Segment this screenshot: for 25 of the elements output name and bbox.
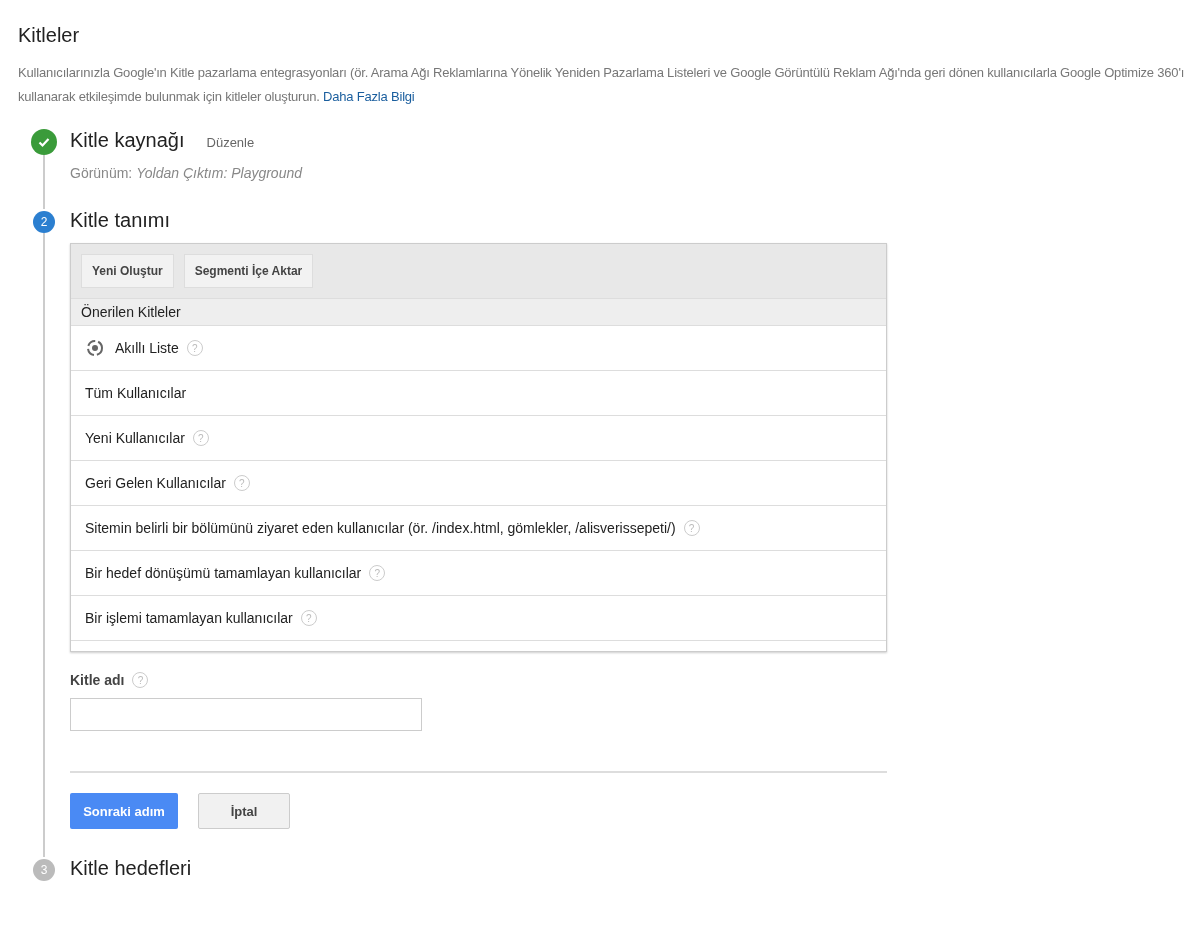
section-header: Önerilen Kitleler [71,298,886,325]
audience-item[interactable]: Yeni Kullanıcılar ? [71,415,886,460]
audience-item[interactable]: Bir hedef dönüşümü tamamlayan kullanıcılar ? [71,550,886,595]
description-text: Kullanıcılarınızla Google'ın Kitle pazarlama entegrasyonları (ör. Arama Ağı Reklamlarına Yönelik Yeniden Pazarlama Listeleri ve Google Görüntülü Reklam Ağı'nda geri dönen kullanıcılarla Google Optimize 360'ı kullanarak etkileşimde bulunmak için kitleler oluşturun. Daha Fazla Bilgi [18,64,1186,106]
field-label: Kitle adı [70,672,125,688]
step-number: 3 [33,859,55,881]
cancel-button[interactable]: İptal [198,793,290,829]
toolbar-button[interactable]: Yeni Oluştur [81,254,174,288]
page-title: Kitleler [18,24,81,47]
audience-item[interactable]: Sitemin belirli bir bölümünü ziyaret eden kullanıcılar (ör. /index.html, gömlekler, /alisverissepeti/) ? [71,505,886,550]
detail-label: Görünüm: [70,165,133,181]
detail-value: Yoldan Çıktım: Playground [136,165,302,181]
audience-item[interactable]: Tüm Kullanıcılar [71,370,886,415]
name-input-field[interactable] [70,698,422,731]
step-number: 2 [33,211,55,233]
audience-item[interactable]: Akıllı Liste ? [71,325,886,370]
step-title: Kitle hedefleri [70,857,192,880]
audience-item[interactable]: Geri Gelen Kullanıcılar ? [71,460,886,505]
step-title: Kitle kaynağı [70,129,185,152]
smart-list-icon [85,338,105,358]
toolbar-button[interactable]: Segmenti İçe Aktar [183,254,314,288]
audience-item[interactable]: Bir işlemi tamamlayan kullanıcılar ? [71,595,886,640]
learn-more-link[interactable]: Daha Fazla Bilgi [323,89,415,104]
edit-link[interactable]: Düzenle [206,135,255,150]
step-title: Kitle tanımı [70,209,171,232]
